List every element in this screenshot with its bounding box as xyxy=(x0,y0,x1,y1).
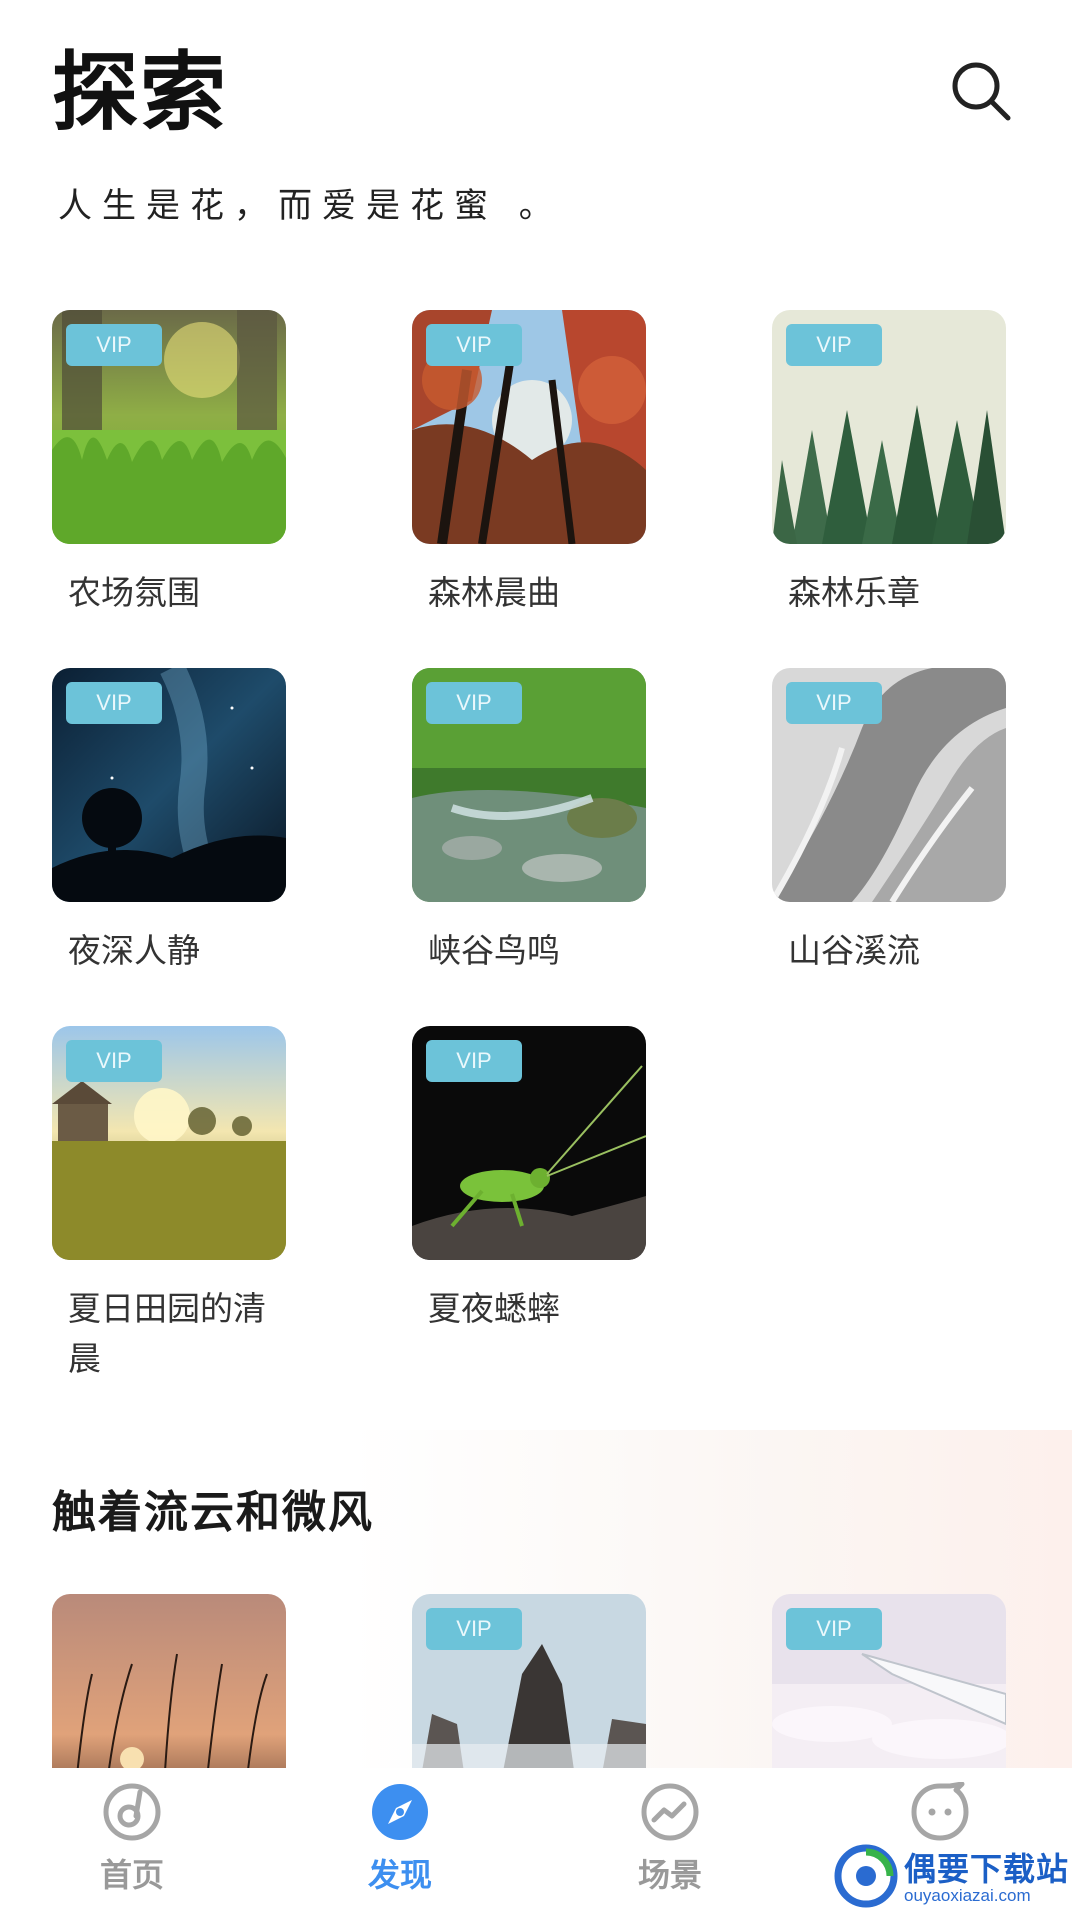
scene-title: 山谷溪流 xyxy=(788,931,920,970)
scene-title: 森林乐章 xyxy=(788,573,920,612)
music-disc-icon xyxy=(103,1783,161,1841)
scene-title: 夜深人静 xyxy=(68,931,200,970)
vip-badge: VIP xyxy=(66,1040,162,1082)
vip-badge: VIP xyxy=(426,1608,522,1650)
page-title: 探索 xyxy=(52,43,228,143)
section-card-row: VIP VIP xyxy=(52,1594,1020,1768)
tab-discover[interactable]: 发现 xyxy=(300,1768,500,1912)
vip-badge: VIP xyxy=(426,1040,522,1082)
tab-scenes[interactable]: 场景 xyxy=(570,1768,770,1912)
scene-title: 森林晨曲 xyxy=(428,573,560,612)
search-icon xyxy=(952,62,1011,121)
scene-card[interactable] xyxy=(52,1594,286,1768)
scene-title: 农场氛围 xyxy=(68,573,200,612)
vip-badge: VIP xyxy=(426,324,522,366)
vip-badge: VIP xyxy=(66,682,162,724)
compass-icon xyxy=(372,1784,428,1840)
scene-card[interactable]: VIP xyxy=(772,1594,1006,1768)
search-button[interactable] xyxy=(948,58,1016,126)
scene-title: 夏日田园的清晨 xyxy=(68,1289,266,1378)
tab-label: 发现 xyxy=(367,1856,432,1894)
tagline: 人生是花，而爱是花蜜 。 xyxy=(58,186,563,226)
section-title: 触着流云和微风 xyxy=(52,1487,374,1538)
vip-badge: VIP xyxy=(426,682,522,724)
vip-badge: VIP xyxy=(66,324,162,366)
watermark-logo-icon xyxy=(834,1844,898,1908)
header: 探索 人生是花，而爱是花蜜 。 xyxy=(0,0,1072,260)
chat-face-icon xyxy=(911,1782,969,1841)
watermark: 偶要下载站 ouyaoxiazai.com xyxy=(832,1842,1072,1912)
tab-home[interactable]: 首页 xyxy=(32,1768,232,1912)
watermark-url: ouyaoxiazai.com xyxy=(904,1886,1031,1905)
trend-icon xyxy=(641,1783,699,1841)
vip-badge: VIP xyxy=(786,682,882,724)
tab-label: 场景 xyxy=(637,1856,702,1894)
watermark-name: 偶要下载站 xyxy=(904,1850,1070,1888)
vip-badge: VIP xyxy=(786,324,882,366)
vip-badge: VIP xyxy=(786,1608,882,1650)
scene-title: 峡谷鸟鸣 xyxy=(428,931,560,970)
scene-card[interactable]: VIP xyxy=(412,1594,646,1768)
scene-title: 夏夜蟋蟀 xyxy=(428,1289,560,1328)
tab-label: 首页 xyxy=(99,1856,164,1894)
